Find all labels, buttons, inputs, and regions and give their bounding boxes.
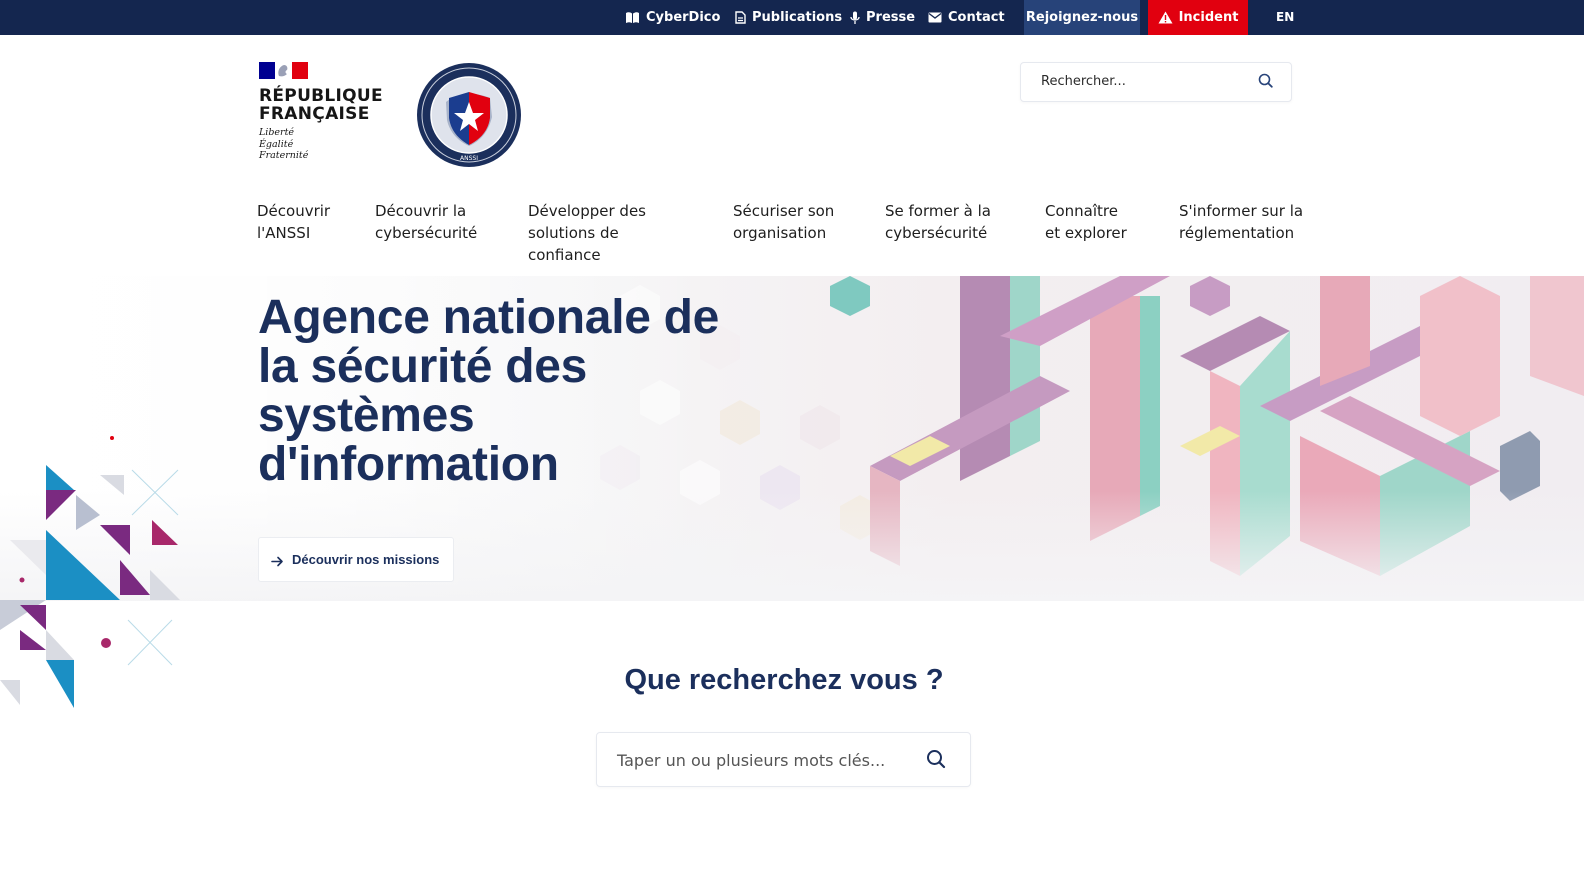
incident-label: Incident (1178, 10, 1239, 25)
keyword-search-placeholder: Taper un ou plusieurs mots clés... (617, 751, 886, 770)
hero-banner (0, 276, 1584, 601)
top-utility-bar: CyberDico Publications Presse Contact Re… (0, 0, 1584, 35)
contact-label: Contact (948, 10, 1005, 25)
nav-item-developper-solutions[interactable]: Développer des solutions de confiance (528, 200, 646, 266)
discover-missions-button[interactable]: Découvrir nos missions (258, 537, 454, 582)
nav-item-securiser-organisation[interactable]: Sécuriser son organisation (733, 200, 834, 244)
hero-title-line: la sécurité des (258, 340, 588, 393)
hero-title-line: systèmes (258, 389, 475, 442)
incident-button[interactable]: Incident (1148, 0, 1248, 35)
republique-francaise-name: RÉPUBLIQUE FRANÇAISE (259, 86, 383, 124)
contact-link[interactable]: Contact (928, 0, 1005, 35)
discover-missions-label: Découvrir nos missions (292, 552, 440, 567)
presse-link[interactable]: Presse (850, 0, 915, 35)
presse-label: Presse (866, 10, 916, 25)
hero-title: Agence nationale de la sécurité des syst… (258, 293, 778, 489)
search-icon[interactable] (926, 749, 946, 769)
anssi-seal-icon: ANSSI (417, 63, 521, 167)
anssi-seal-logo[interactable]: ANSSI (416, 62, 522, 168)
seal-text: ANSSI (460, 155, 478, 162)
nav-item-decouvrir-cybersecurite[interactable]: Découvrir la cybersécurité (375, 200, 477, 244)
search-icon[interactable] (1258, 73, 1273, 88)
arrow-right-icon (271, 556, 283, 567)
document-icon (735, 11, 746, 24)
hero-title-line: d'information (258, 438, 559, 491)
republique-francaise-logo[interactable]: RÉPUBLIQUE FRANÇAISE Liberté Égalité Fra… (259, 62, 383, 172)
nav-item-connaitre-explorer[interactable]: Connaître et explorer (1045, 200, 1127, 244)
keyword-search-field[interactable]: Taper un ou plusieurs mots clés... (596, 732, 971, 787)
nav-item-reglementation[interactable]: S'informer sur la réglementation (1179, 200, 1303, 244)
publications-label: Publications (752, 10, 843, 25)
header-search-field[interactable]: Rechercher... (1020, 62, 1292, 102)
marianne-flag-icon (259, 62, 308, 79)
language-switch[interactable]: EN (1276, 0, 1294, 33)
cyberdico-label: CyberDico (646, 10, 721, 25)
hero-bottom-fade (0, 491, 1584, 601)
hero-title-line: Agence nationale de (258, 291, 720, 344)
republique-motto: Liberté Égalité Fraternité (259, 127, 309, 161)
nav-item-se-former[interactable]: Se former à la cybersécurité (885, 200, 991, 244)
book-icon (626, 11, 639, 23)
microphone-icon (850, 11, 860, 24)
header-search-placeholder: Rechercher... (1041, 74, 1126, 89)
envelope-icon (928, 12, 942, 23)
nav-item-decouvrir-anssi[interactable]: Découvrir l'ANSSI (257, 200, 330, 244)
search-section-title: Que recherchez vous ? (624, 664, 944, 696)
warning-icon (1158, 11, 1173, 24)
cyberdico-link[interactable]: CyberDico (625, 0, 720, 35)
join-us-button[interactable]: Rejoignez-nous (1024, 0, 1140, 35)
publications-link[interactable]: Publications (735, 0, 842, 35)
